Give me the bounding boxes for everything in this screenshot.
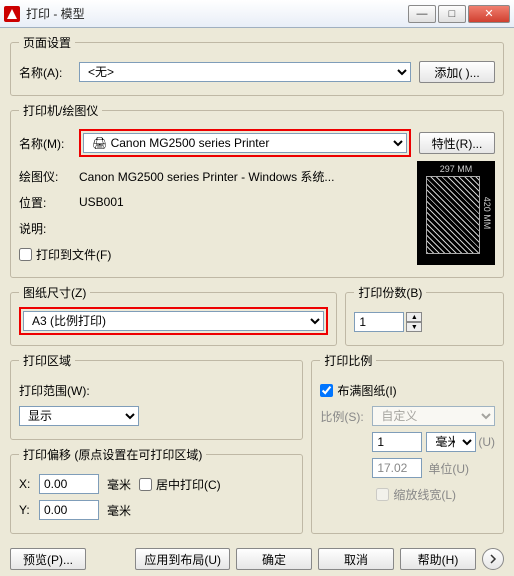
- printer-group: 打印机/绘图仪 名称(M): 🖨 Canon MG2500 series Pri…: [10, 102, 504, 278]
- print-to-file-checkbox[interactable]: [19, 248, 32, 261]
- app-icon: [4, 6, 20, 22]
- center-checkbox[interactable]: [139, 478, 152, 491]
- printer-name-highlight: 🖨 Canon MG2500 series Printer: [79, 129, 411, 157]
- add-pagesetup-button[interactable]: 添加( )...: [419, 61, 495, 83]
- fit-checkbox[interactable]: [320, 384, 333, 397]
- window-title: 打印 - 模型: [26, 5, 406, 22]
- location-value: USB001: [79, 195, 124, 209]
- scale-num2-input: [372, 458, 422, 478]
- pagesetup-name-select[interactable]: <无>: [79, 62, 411, 82]
- papersize-group: 图纸尺寸(Z) A3 (比例打印): [10, 284, 337, 346]
- offset-y-unit: 毫米: [107, 502, 131, 519]
- scale-num1-input[interactable]: [372, 432, 422, 452]
- copies-input[interactable]: [354, 312, 404, 332]
- plotrange-label: 打印范围(W):: [19, 382, 90, 399]
- pagesetup-name-label: 名称(A):: [19, 64, 79, 81]
- paper-preview: 297 MM 420 MM: [417, 161, 495, 265]
- ratio-label: 比例(S):: [320, 408, 372, 425]
- papersize-select[interactable]: A3 (比例打印): [23, 311, 324, 331]
- preview-right-label: 420 MM: [482, 197, 492, 230]
- copies-down[interactable]: ▼: [406, 322, 422, 332]
- plotrange-select[interactable]: 显示: [19, 406, 139, 426]
- printer-props-button[interactable]: 特性(R)...: [419, 132, 495, 154]
- printer-legend: 打印机/绘图仪: [19, 102, 102, 119]
- minimize-button[interactable]: —: [408, 5, 436, 23]
- titlebar: 打印 - 模型 — □ ✕: [0, 0, 514, 28]
- page-setup-group: 页面设置 名称(A): <无> 添加( )...: [10, 34, 504, 96]
- printer-name-label: 名称(M):: [19, 135, 79, 152]
- plotter-value: Canon MG2500 series Printer - Windows 系统…: [79, 168, 334, 185]
- lineweight-checkbox: [376, 488, 389, 501]
- bottom-bar: 预览(P)... 应用到布局(U) 确定 取消 帮助(H): [0, 544, 514, 576]
- preview-hatch: [426, 176, 480, 254]
- chevron-right-icon: [488, 554, 498, 564]
- printer-name-select[interactable]: 🖨 Canon MG2500 series Printer: [83, 133, 407, 153]
- offset-x-label: X:: [19, 477, 39, 491]
- scale-legend: 打印比例: [320, 352, 376, 369]
- scale-unit2-label: 单位(U): [428, 460, 469, 477]
- offset-legend: 打印偏移 (原点设置在可打印区域): [19, 446, 206, 463]
- fit-label: 布满图纸(I): [337, 382, 396, 399]
- preview-top-label: 297 MM: [418, 164, 494, 174]
- plotter-label: 绘图仪:: [19, 168, 79, 185]
- ratio-select: 自定义: [372, 406, 495, 426]
- dialog-content: 页面设置 名称(A): <无> 添加( )... 打印机/绘图仪 名称(M): …: [0, 28, 514, 544]
- papersize-highlight: A3 (比例打印): [19, 307, 328, 335]
- offset-y-input[interactable]: [39, 500, 99, 520]
- desc-label: 说明:: [19, 220, 79, 237]
- page-setup-legend: 页面设置: [19, 34, 75, 51]
- offset-x-input[interactable]: [39, 474, 99, 494]
- print-to-file-label: 打印到文件(F): [36, 246, 111, 263]
- papersize-legend: 图纸尺寸(Z): [19, 284, 90, 301]
- cancel-button[interactable]: 取消: [318, 548, 394, 570]
- expand-button[interactable]: [482, 548, 504, 570]
- offset-y-label: Y:: [19, 503, 39, 517]
- location-label: 位置:: [19, 194, 79, 211]
- plotarea-legend: 打印区域: [19, 352, 75, 369]
- scale-unit1-select[interactable]: 毫米: [426, 432, 476, 452]
- ok-button[interactable]: 确定: [236, 548, 312, 570]
- maximize-button[interactable]: □: [438, 5, 466, 23]
- close-button[interactable]: ✕: [468, 5, 510, 23]
- copies-up[interactable]: ▲: [406, 312, 422, 322]
- lineweight-label: 缩放线宽(L): [393, 486, 456, 503]
- offset-group: 打印偏移 (原点设置在可打印区域) X: 毫米 居中打印(C) Y: 毫米: [10, 446, 303, 534]
- copies-legend: 打印份数(B): [354, 284, 426, 301]
- help-button[interactable]: 帮助(H): [400, 548, 476, 570]
- center-label: 居中打印(C): [156, 476, 221, 493]
- offset-x-unit: 毫米: [107, 476, 131, 493]
- copies-group: 打印份数(B) ▲ ▼: [345, 284, 504, 346]
- unit1-suffix: (U): [478, 435, 495, 449]
- preview-button[interactable]: 预览(P)...: [10, 548, 86, 570]
- plotarea-group: 打印区域 打印范围(W): 显示: [10, 352, 303, 440]
- apply-button[interactable]: 应用到布局(U): [135, 548, 230, 570]
